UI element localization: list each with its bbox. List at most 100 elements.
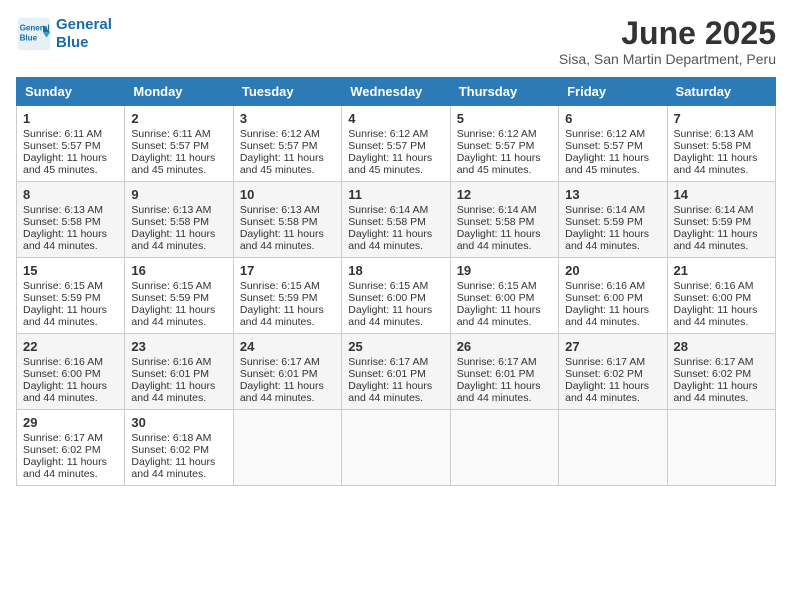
logo-text: General Blue bbox=[56, 16, 112, 52]
calendar-cell: 23Sunrise: 6:16 AMSunset: 6:01 PMDayligh… bbox=[125, 334, 233, 410]
day-number: 11 bbox=[348, 187, 443, 202]
calendar-cell bbox=[233, 410, 341, 486]
calendar-cell: 11 Sunrise: 6:14 AMSunset: 5:58 PMDayligh… bbox=[342, 182, 450, 258]
weekday-header-saturday: Saturday bbox=[667, 78, 775, 106]
day-number: 16 bbox=[131, 263, 226, 278]
calendar-cell: 8Sunrise: 6:13 AMSunset: 5:58 PMDaylight… bbox=[17, 182, 125, 258]
weekday-header-friday: Friday bbox=[559, 78, 667, 106]
day-number: 8 bbox=[23, 187, 118, 202]
sunset-text: Sunset: 5:58 PM bbox=[457, 216, 535, 228]
day-number: 26 bbox=[457, 339, 552, 354]
day-number: 23 bbox=[131, 339, 226, 354]
daylight-label: Daylight: 11 hours and 44 minutes. bbox=[565, 228, 649, 252]
sunrise-text: Sunrise: 6:16 AM bbox=[674, 280, 754, 292]
day-number: 5 bbox=[457, 111, 552, 126]
day-number: 20 bbox=[565, 263, 660, 278]
weekday-header-wednesday: Wednesday bbox=[342, 78, 450, 106]
calendar-cell: 2Sunrise: 6:11 AMSunset: 5:57 PMDaylight… bbox=[125, 106, 233, 182]
calendar-cell bbox=[450, 410, 558, 486]
sunrise-text: Sunrise: 6:12 AM bbox=[240, 128, 320, 140]
daylight-label: Daylight: 11 hours and 44 minutes. bbox=[131, 304, 215, 328]
day-number: 18 bbox=[348, 263, 443, 278]
sunset-text: Sunset: 6:02 PM bbox=[674, 368, 752, 380]
sunrise-text: Sunrise: 6:17 AM bbox=[565, 356, 645, 368]
sunset-text: Sunset: 5:58 PM bbox=[348, 216, 426, 228]
sunset-text: Sunset: 5:59 PM bbox=[674, 216, 752, 228]
sunset-text: Sunset: 6:02 PM bbox=[131, 444, 209, 456]
sunrise-text: Sunrise: 6:17 AM bbox=[240, 356, 320, 368]
sunrise-text: Sunrise: 6:13 AM bbox=[131, 204, 211, 216]
day-number: 22 bbox=[23, 339, 118, 354]
day-number: 29 bbox=[23, 415, 118, 430]
logo: General Blue General Blue bbox=[16, 16, 112, 52]
daylight-label: Daylight: 11 hours and 44 minutes. bbox=[457, 228, 541, 252]
daylight-label: Daylight: 11 hours and 44 minutes. bbox=[131, 228, 215, 252]
daylight-label: Daylight: 11 hours and 44 minutes. bbox=[348, 380, 432, 404]
sunrise-text: Sunrise: 6:11 AM bbox=[23, 128, 102, 140]
calendar-cell: 1Sunrise: 6:11 AMSunset: 5:57 PMDaylight… bbox=[17, 106, 125, 182]
daylight-label: Daylight: 11 hours and 45 minutes. bbox=[348, 152, 432, 176]
sunrise-text: Sunrise: 6:16 AM bbox=[23, 356, 103, 368]
sunset-text: Sunset: 6:00 PM bbox=[565, 292, 643, 304]
calendar-cell: 10 Sunrise: 6:13 AMSunset: 5:58 PMDayligh… bbox=[233, 182, 341, 258]
daylight-label: Daylight: 11 hours and 44 minutes. bbox=[674, 304, 758, 328]
daylight-label: Daylight: 11 hours and 44 minutes. bbox=[565, 304, 649, 328]
calendar-week-row: 22Sunrise: 6:16 AMSunset: 6:00 PMDayligh… bbox=[17, 334, 776, 410]
calendar-cell: 18Sunrise: 6:15 AMSunset: 6:00 PMDayligh… bbox=[342, 258, 450, 334]
sunset-text: Sunset: 6:01 PM bbox=[348, 368, 426, 380]
sunset-text: Sunset: 6:00 PM bbox=[348, 292, 426, 304]
sunset-text: Sunset: 5:57 PM bbox=[565, 140, 643, 152]
day-number: 10 bbox=[240, 187, 335, 202]
sunset-text: Sunset: 5:57 PM bbox=[240, 140, 318, 152]
sunrise-text: Sunrise: 6:13 AM bbox=[23, 204, 103, 216]
calendar-cell: 14Sunrise: 6:14 AMSunset: 5:59 PMDayligh… bbox=[667, 182, 775, 258]
sunrise-text: Sunrise: 6:16 AM bbox=[565, 280, 645, 292]
svg-text:Blue: Blue bbox=[20, 33, 38, 42]
sunrise-text: Sunrise: 6:13 AM bbox=[240, 204, 320, 216]
day-number: 13 bbox=[565, 187, 660, 202]
calendar-cell: 19Sunrise: 6:15 AMSunset: 6:00 PMDayligh… bbox=[450, 258, 558, 334]
sunset-text: Sunset: 5:57 PM bbox=[348, 140, 426, 152]
sunrise-text: Sunrise: 6:15 AM bbox=[131, 280, 211, 292]
calendar-cell: 16Sunrise: 6:15 AMSunset: 5:59 PMDayligh… bbox=[125, 258, 233, 334]
day-number: 1 bbox=[23, 111, 118, 126]
daylight-label: Daylight: 11 hours and 44 minutes. bbox=[240, 228, 324, 252]
day-number: 30 bbox=[131, 415, 226, 430]
sunset-text: Sunset: 5:57 PM bbox=[23, 140, 101, 152]
calendar-cell: 20 Sunrise: 6:16 AMSunset: 6:00 PMDayligh… bbox=[559, 258, 667, 334]
calendar-cell bbox=[342, 410, 450, 486]
sunrise-text: Sunrise: 6:14 AM bbox=[565, 204, 645, 216]
sunrise-text: Sunrise: 6:15 AM bbox=[23, 280, 103, 292]
sunset-text: Sunset: 6:01 PM bbox=[131, 368, 209, 380]
sunrise-text: Sunrise: 6:11 AM bbox=[131, 128, 210, 140]
sunset-text: Sunset: 6:01 PM bbox=[240, 368, 318, 380]
sunset-text: Sunset: 5:58 PM bbox=[240, 216, 318, 228]
sunrise-text: Sunrise: 6:14 AM bbox=[348, 204, 428, 216]
sunset-text: Sunset: 6:02 PM bbox=[565, 368, 643, 380]
day-number: 4 bbox=[348, 111, 443, 126]
sunrise-text: Sunrise: 6:14 AM bbox=[457, 204, 537, 216]
calendar-cell: 22Sunrise: 6:16 AMSunset: 6:00 PMDayligh… bbox=[17, 334, 125, 410]
sunset-text: Sunset: 5:58 PM bbox=[23, 216, 101, 228]
calendar-cell: 25Sunrise: 6:17 AMSunset: 6:01 PMDayligh… bbox=[342, 334, 450, 410]
calendar-cell: 9Sunrise: 6:13 AMSunset: 5:58 PMDaylight… bbox=[125, 182, 233, 258]
calendar-week-row: 8Sunrise: 6:13 AMSunset: 5:58 PMDaylight… bbox=[17, 182, 776, 258]
sunrise-text: Sunrise: 6:17 AM bbox=[23, 432, 103, 444]
weekday-header-monday: Monday bbox=[125, 78, 233, 106]
sunset-text: Sunset: 5:58 PM bbox=[674, 140, 752, 152]
calendar-cell: 17Sunrise: 6:15 AMSunset: 5:59 PMDayligh… bbox=[233, 258, 341, 334]
day-number: 14 bbox=[674, 187, 769, 202]
daylight-label: Daylight: 11 hours and 45 minutes. bbox=[131, 152, 215, 176]
day-number: 15 bbox=[23, 263, 118, 278]
calendar-cell bbox=[667, 410, 775, 486]
sunrise-text: Sunrise: 6:16 AM bbox=[131, 356, 211, 368]
daylight-label: Daylight: 11 hours and 44 minutes. bbox=[23, 304, 107, 328]
daylight-label: Daylight: 11 hours and 45 minutes. bbox=[240, 152, 324, 176]
calendar-cell: 7Sunrise: 6:13 AMSunset: 5:58 PMDaylight… bbox=[667, 106, 775, 182]
calendar-cell: 29Sunrise: 6:17 AMSunset: 6:02 PMDayligh… bbox=[17, 410, 125, 486]
daylight-label: Daylight: 11 hours and 44 minutes. bbox=[565, 380, 649, 404]
calendar-week-row: 1Sunrise: 6:11 AMSunset: 5:57 PMDaylight… bbox=[17, 106, 776, 182]
sunrise-text: Sunrise: 6:17 AM bbox=[348, 356, 428, 368]
daylight-label: Daylight: 11 hours and 44 minutes. bbox=[348, 228, 432, 252]
page-header: General Blue General Blue June 2025 Sisa… bbox=[16, 16, 776, 67]
